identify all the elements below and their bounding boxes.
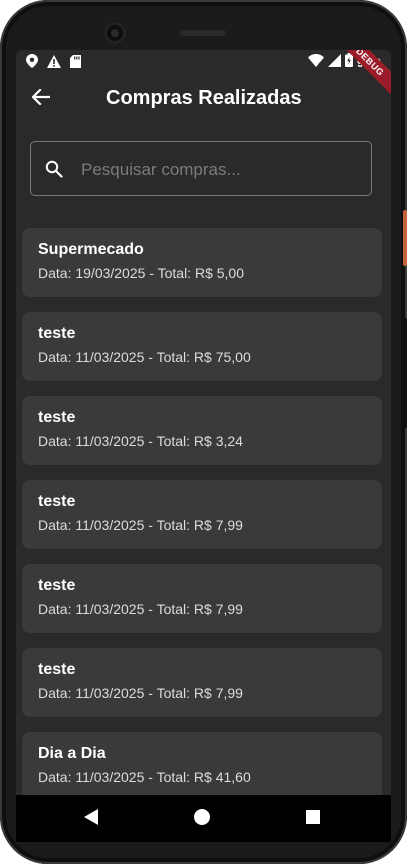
back-triangle-icon <box>84 808 98 830</box>
purchase-info: Data: 19/03/2025 - Total: R$ 5,00 <box>38 265 244 281</box>
purchase-card[interactable]: teste Data: 11/03/2025 - Total: R$ 7,99 <box>22 480 382 549</box>
status-bar: 9:59 DEBUG <box>16 50 391 99</box>
location-icon <box>26 54 38 73</box>
purchase-card[interactable]: teste Data: 11/03/2025 - Total: R$ 75,00 <box>22 312 382 381</box>
search-input[interactable] <box>79 156 353 184</box>
purchase-card[interactable]: teste Data: 11/03/2025 - Total: R$ 7,99 <box>22 564 382 633</box>
search-box[interactable] <box>30 141 372 196</box>
purchase-name: teste <box>38 577 76 594</box>
wifi-icon <box>307 53 324 72</box>
purchase-card[interactable]: teste Data: 11/03/2025 - Total: R$ 7,99 <box>22 648 382 717</box>
recents-square-icon <box>306 809 320 829</box>
purchase-info: Data: 11/03/2025 - Total: R$ 7,99 <box>38 517 243 533</box>
purchase-name: teste <box>38 661 76 678</box>
front-camera <box>104 22 126 44</box>
home-circle-icon <box>194 808 210 830</box>
purchase-card[interactable]: Dia a Dia Data: 11/03/2025 - Total: R$ 4… <box>22 732 382 801</box>
nav-home-button[interactable] <box>191 808 213 830</box>
system-nav-bar <box>16 795 391 842</box>
purchase-name: Supermecado <box>38 241 144 258</box>
nav-back-button[interactable] <box>80 808 102 830</box>
app-bar: Compras Realizadas <box>16 74 391 124</box>
purchase-info: Data: 11/03/2025 - Total: R$ 41,60 <box>38 769 251 785</box>
sd-card-icon <box>70 54 81 73</box>
back-button[interactable] <box>28 86 54 112</box>
warning-icon <box>47 54 61 73</box>
purchase-card[interactable]: Supermecado Data: 19/03/2025 - Total: R$… <box>22 228 382 297</box>
arrow-left-icon <box>31 87 51 110</box>
signal-icon <box>327 53 341 72</box>
search-icon <box>45 160 63 178</box>
purchase-name: teste <box>38 325 76 342</box>
earpiece-speaker <box>180 30 226 36</box>
purchase-info: Data: 11/03/2025 - Total: R$ 75,00 <box>38 349 251 365</box>
purchase-info: Data: 11/03/2025 - Total: R$ 7,99 <box>38 601 243 617</box>
power-button <box>403 210 407 266</box>
purchase-card[interactable]: teste Data: 11/03/2025 - Total: R$ 3,24 <box>22 396 382 465</box>
purchase-name: teste <box>38 409 76 426</box>
purchase-name: Dia a Dia <box>38 745 106 762</box>
app-screen: 9:59 DEBUG Compras Realizadas Supermecad… <box>16 50 391 842</box>
phone-frame: 9:59 DEBUG Compras Realizadas Supermecad… <box>0 0 407 864</box>
page-title: Compras Realizadas <box>106 87 302 109</box>
volume-button <box>403 318 407 428</box>
purchase-info: Data: 11/03/2025 - Total: R$ 7,99 <box>38 685 243 701</box>
nav-recents-button[interactable] <box>302 808 324 830</box>
purchase-name: teste <box>38 493 76 510</box>
purchase-info: Data: 11/03/2025 - Total: R$ 3,24 <box>38 433 243 449</box>
